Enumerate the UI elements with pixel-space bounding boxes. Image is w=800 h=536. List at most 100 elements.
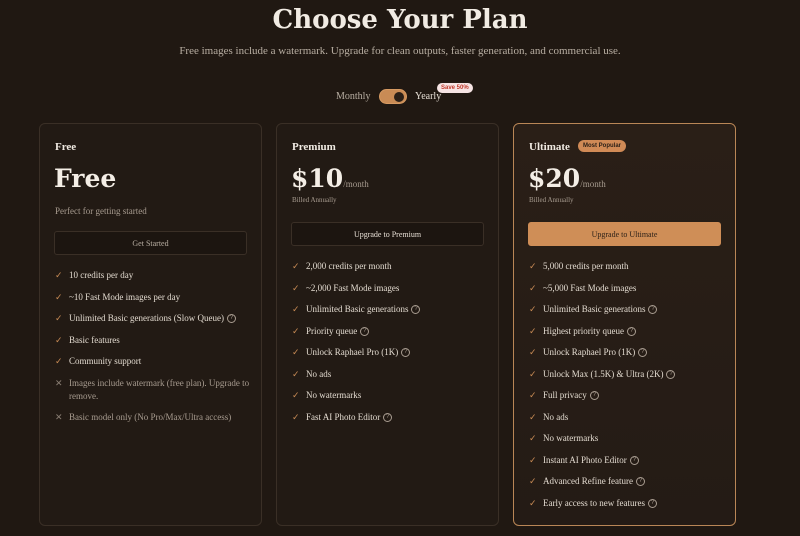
feature-text: Unlimited Basic generations	[543, 304, 646, 314]
help-circle-icon[interactable]: ?	[360, 326, 370, 336]
price-amount: $20	[528, 164, 581, 193]
help-circle-icon[interactable]: ?	[638, 348, 648, 358]
feature-item: ✓ Basic features	[55, 334, 255, 347]
page-subtitle: Free images include a watermark. Upgrade…	[179, 45, 621, 57]
check-icon: ✓	[529, 433, 537, 443]
feature-item: ✓ Unlimited Basic generations?	[529, 303, 729, 316]
check-icon: ✓	[529, 325, 537, 336]
feature-text: Community support	[69, 356, 142, 366]
price-period: /month	[580, 179, 606, 189]
help-circle-icon[interactable]: ?	[411, 305, 421, 315]
check-icon: ✓	[529, 411, 537, 422]
billing-toggle: Monthly Yearly Save 50%	[0, 83, 800, 106]
feature-item: ✓ No watermarks	[292, 389, 492, 402]
check-icon: ✓	[55, 291, 63, 302]
upgrade-premium-button[interactable]: Upgrade to Premium	[291, 222, 484, 246]
feature-text: Full privacy	[543, 390, 587, 400]
feature-text: No watermarks	[306, 390, 362, 400]
help-circle-icon[interactable]: ?	[648, 305, 658, 315]
feature-list: ✓ 10 credits per day ✓ ~10 Fast Mode images…	[55, 269, 255, 433]
plan-price: $20/month	[528, 164, 606, 193]
feature-text: Unlimited Basic generations (Slow Queue)	[69, 313, 224, 323]
feature-text: Fast AI Photo Editor	[306, 411, 381, 422]
feature-item: ✓ Early access to new features?	[529, 497, 729, 510]
feature-list: ✓ 2,000 credits per month ✓ ~2,000 Fast Mod…	[292, 260, 492, 432]
feature-text: Advanced Refine feature	[543, 476, 633, 486]
help-circle-icon[interactable]: ?	[589, 391, 599, 401]
yearly-label[interactable]: Yearly	[415, 91, 441, 102]
feature-text: Instant AI Photo Editor	[543, 454, 627, 465]
feature-text: ~10 Fast Mode images per day	[69, 291, 181, 302]
feature-text: Unlimited Basic generations	[306, 304, 409, 314]
check-icon: ✓	[529, 304, 537, 314]
switch-knob	[394, 92, 404, 102]
plan-price: $10/month	[291, 164, 369, 193]
plan-card-ultimate: Ultimate Most Popular $20/month Billed A…	[513, 123, 736, 526]
feature-text: 2,000 credits per month	[306, 261, 392, 271]
plan-price: Free	[54, 164, 116, 193]
check-icon: ✓	[292, 347, 300, 357]
feature-list: ✓ 5,000 credits per month ✓ ~5,000 Fast Mod…	[529, 260, 729, 518]
feature-item: ✓ Highest priority queue?	[529, 325, 729, 338]
plan-name: Ultimate	[529, 141, 570, 153]
feature-text: No ads	[306, 368, 332, 379]
feature-text: 5,000 credits per month	[543, 261, 629, 271]
feature-item: ✓ 10 credits per day	[55, 269, 255, 282]
feature-item: ✕ Basic model only (No Pro/Max/Ultra acce…	[55, 411, 255, 424]
price-amount: Free	[54, 164, 117, 193]
feature-item: ✓ No ads	[529, 411, 729, 424]
cross-icon: ✕	[55, 412, 63, 422]
feature-item: ✓ ~2,000 Fast Mode images	[292, 282, 492, 295]
feature-text: No watermarks	[543, 433, 599, 443]
help-circle-icon[interactable]: ?	[647, 498, 657, 508]
feature-item: ✓ Unlock Raphael Pro (1K)?	[292, 346, 492, 359]
plan-name: Premium	[292, 141, 336, 153]
feature-item: ✓ ~10 Fast Mode images per day	[55, 291, 255, 304]
billing-note: Billed Annually	[292, 196, 337, 204]
help-circle-icon[interactable]: ?	[383, 412, 393, 422]
feature-item: ✓ Community support	[55, 355, 255, 368]
check-icon: ✓	[55, 356, 63, 366]
monthly-label[interactable]: Monthly	[336, 91, 370, 102]
feature-item: ✓ Unlock Max (1.5K) & Ultra (2K)?	[529, 368, 729, 381]
help-circle-icon[interactable]: ?	[626, 326, 636, 336]
plan-name: Free	[55, 141, 77, 153]
feature-text: 10 credits per day	[69, 270, 134, 280]
feature-item: ✕ Images include watermark (free plan). U…	[55, 377, 255, 403]
check-icon: ✓	[55, 334, 63, 345]
check-icon: ✓	[529, 261, 537, 271]
help-circle-icon[interactable]: ?	[666, 369, 676, 379]
feature-item: ✓ Unlimited Basic generations (Slow Queue…	[55, 312, 255, 325]
check-icon: ✓	[529, 347, 537, 357]
plan-tagline: Perfect for getting started	[55, 206, 147, 216]
feature-text: No ads	[543, 411, 569, 422]
upgrade-ultimate-button[interactable]: Upgrade to Ultimate	[528, 222, 721, 246]
most-popular-badge: Most Popular	[578, 140, 627, 152]
check-icon: ✓	[292, 304, 300, 314]
price-amount: $10	[291, 164, 344, 193]
feature-item: ✓ No watermarks	[529, 432, 729, 445]
check-icon: ✓	[529, 368, 537, 379]
feature-item: ✓ 2,000 credits per month	[292, 260, 492, 273]
feature-text: ~2,000 Fast Mode images	[306, 282, 400, 293]
feature-text: Unlock Raphael Pro (1K)	[543, 347, 636, 357]
help-circle-icon[interactable]: ?	[401, 348, 411, 358]
plan-card-premium: Premium $10/month Billed Annually Upgrad…	[276, 123, 499, 526]
feature-item: ✓ Fast AI Photo Editor?	[292, 411, 492, 424]
feature-text: Early access to new features	[543, 497, 645, 508]
feature-item: ✓ 5,000 credits per month	[529, 260, 729, 273]
check-icon: ✓	[529, 497, 537, 508]
check-icon: ✓	[292, 261, 300, 271]
billing-period-switch[interactable]	[379, 89, 407, 104]
check-icon: ✓	[292, 282, 300, 293]
price-period: /month	[343, 179, 369, 189]
check-icon: ✓	[529, 390, 537, 400]
feature-item: ✓ Full privacy?	[529, 389, 729, 402]
plan-card-free: Free Free Perfect for getting started Ge…	[39, 123, 262, 526]
help-circle-icon[interactable]: ?	[635, 477, 645, 487]
check-icon: ✓	[529, 454, 537, 465]
help-circle-icon[interactable]: ?	[629, 455, 639, 465]
feature-text: Unlock Max (1.5K) & Ultra (2K)	[543, 368, 664, 379]
help-circle-icon[interactable]: ?	[226, 314, 236, 324]
get-started-button[interactable]: Get Started	[54, 231, 247, 255]
